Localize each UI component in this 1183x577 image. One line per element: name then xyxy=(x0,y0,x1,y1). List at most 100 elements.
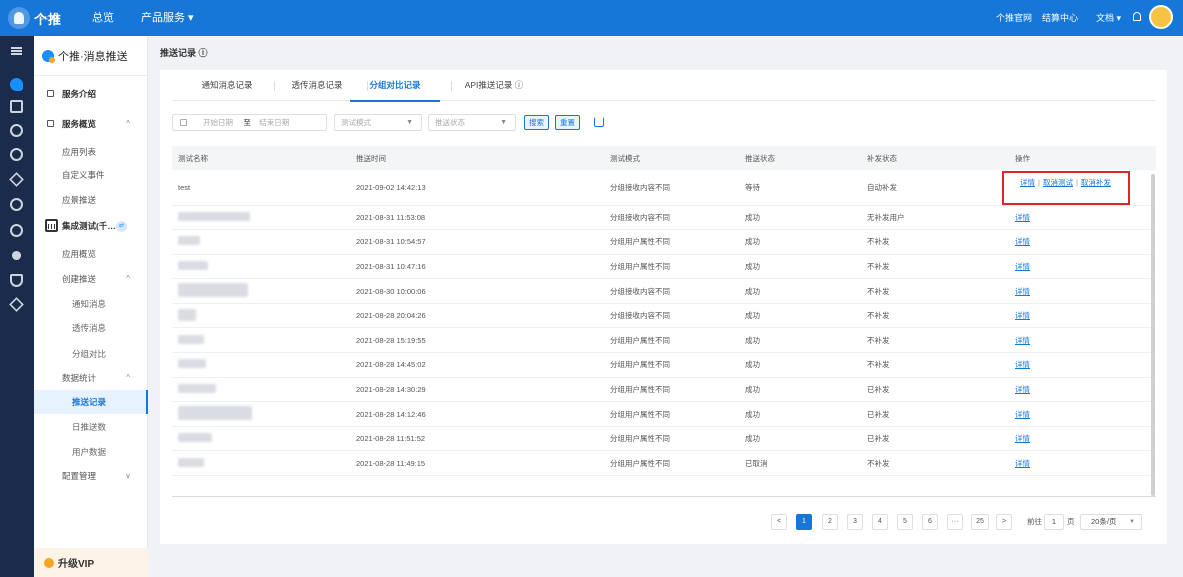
calendar-icon xyxy=(45,219,58,232)
logo-icon xyxy=(8,7,30,29)
cell-time: 2021-08-28 14:12:46 xyxy=(350,401,604,427)
table-row: 2021-08-28 11:49:15 分组用户属性不同 已取消 不补发 详情 xyxy=(172,450,1156,477)
tab-passthrough-records[interactable]: 透传消息记录 xyxy=(282,70,352,101)
table-scrollbar[interactable] xyxy=(1151,174,1155,496)
page-5[interactable]: 5 xyxy=(897,514,913,530)
cell-mode: 分组接收内容不同 xyxy=(604,278,739,304)
cell-name xyxy=(172,205,350,231)
sidebar-item-data-stats[interactable]: 数据统计 ^ xyxy=(34,370,148,386)
detail-link[interactable]: 详情 xyxy=(1015,237,1030,246)
detail-link[interactable]: 详情 xyxy=(1015,311,1030,320)
sidebar-item-scene-push[interactable]: 应景推送 xyxy=(34,192,148,208)
test-mode-select[interactable]: 测试模式 ▼ xyxy=(334,114,422,131)
page-25[interactable]: 25 xyxy=(971,514,989,530)
sidebar-item-notify-msg[interactable]: 通知消息 xyxy=(34,296,148,312)
tag-icon[interactable] xyxy=(9,172,24,187)
detail-link[interactable]: 详情 xyxy=(1015,434,1030,443)
switch-badge-icon[interactable]: ⇄ xyxy=(116,221,127,232)
search-button[interactable]: 搜索 xyxy=(524,115,549,130)
sidebar-item-overview[interactable]: 服务概览 ^ xyxy=(34,116,148,132)
cell-name xyxy=(172,450,350,477)
cell-mode: 分组用户属性不同 xyxy=(604,352,739,378)
goto-page-input[interactable]: 1 xyxy=(1044,514,1064,530)
reset-button[interactable]: 重置 xyxy=(555,115,580,130)
next-page-button[interactable]: > xyxy=(996,514,1012,530)
prev-page-button[interactable]: < xyxy=(771,514,787,530)
detail-link[interactable]: 详情 xyxy=(1015,262,1030,271)
page-ellipsis[interactable]: ··· xyxy=(947,514,963,530)
page-1[interactable]: 1 xyxy=(796,514,812,530)
sidebar-item-passthrough-msg[interactable]: 透传消息 xyxy=(34,320,148,336)
sidebar-item-user-data[interactable]: 用户数据 xyxy=(34,444,148,460)
target-icon[interactable] xyxy=(10,148,23,161)
page-3[interactable]: 3 xyxy=(847,514,863,530)
eye-icon[interactable] xyxy=(10,198,23,211)
card-icon[interactable] xyxy=(11,250,22,261)
chevron-down-icon: ▼ xyxy=(406,119,413,126)
detail-link[interactable]: 详情 xyxy=(1015,336,1030,345)
chevron-down-icon: ▼ xyxy=(1129,519,1135,525)
cell-status: 成功 xyxy=(739,303,861,329)
sidebar-item-app-overview[interactable]: 应用概览 xyxy=(34,246,148,262)
cell-name xyxy=(172,327,350,354)
detail-link[interactable]: 详情 xyxy=(1015,213,1030,222)
shield-icon[interactable] xyxy=(10,274,23,287)
redacted-name xyxy=(178,383,216,393)
sidebar-item-intro[interactable]: 服务介绍 xyxy=(34,86,148,102)
table-row: 2021-08-30 10:00:06 分组接收内容不同 成功 不补发 详情 xyxy=(172,278,1156,304)
cell-actions: 详情 xyxy=(1009,205,1156,231)
push-status-select[interactable]: 推送状态 ▼ xyxy=(428,114,516,131)
sidebar-item-app-list[interactable]: 应用列表 xyxy=(34,144,148,160)
detail-link[interactable]: 详情 xyxy=(1015,385,1030,394)
cell-resend: 已补发 xyxy=(861,377,1009,403)
avatar[interactable] xyxy=(1149,5,1173,29)
briefcase-icon[interactable] xyxy=(10,100,23,113)
cell-status: 成功 xyxy=(739,278,861,304)
page-2[interactable]: 2 xyxy=(822,514,838,530)
cell-resend: 不补发 xyxy=(861,278,1009,304)
tab-group-compare-records[interactable]: 分组对比记录 xyxy=(350,70,440,102)
tab-api-records[interactable]: API推送记录 ⓘ xyxy=(454,70,534,101)
detail-link[interactable]: 详情 xyxy=(1015,360,1030,369)
cell-status: 成功 xyxy=(739,352,861,378)
link-docs[interactable]: 文档 ▾ xyxy=(1096,0,1121,36)
redacted-name xyxy=(178,211,250,221)
refresh-service-icon[interactable] xyxy=(10,224,23,237)
export-icon[interactable] xyxy=(594,117,604,127)
page-size-select[interactable]: 20条/页 ▼ xyxy=(1080,514,1142,530)
tab-notify-records[interactable]: 通知消息记录 xyxy=(192,70,262,101)
cell-time: 2021-08-31 10:54:57 xyxy=(350,229,604,255)
sidebar-item-daily-push[interactable]: 日推送数 xyxy=(34,419,148,435)
upgrade-vip-button[interactable]: 升级VIP xyxy=(34,548,148,577)
cell-actions: 详情 xyxy=(1009,254,1156,280)
sidebar-item-integration-test[interactable]: 集成测试(千… ⇄ xyxy=(34,218,148,234)
chevron-up-icon: ^ xyxy=(126,373,130,382)
nav-overview[interactable]: 总览 xyxy=(92,0,114,36)
cell-resend: 不补发 xyxy=(861,254,1009,280)
link-billing[interactable]: 结算中心 xyxy=(1042,0,1078,36)
cell-name xyxy=(172,254,350,280)
sidebar-item-custom-event[interactable]: 自定义事件 xyxy=(34,167,148,183)
bell-icon[interactable] xyxy=(1133,12,1141,21)
push-product-icon[interactable] xyxy=(10,78,23,91)
detail-link[interactable]: 详情 xyxy=(1015,459,1030,468)
detail-link[interactable]: 详情 xyxy=(1015,287,1030,296)
link-official-site[interactable]: 个推官网 xyxy=(996,0,1032,36)
cell-status: 成功 xyxy=(739,401,861,427)
cell-resend: 自动补发 xyxy=(861,170,1009,206)
doc-icon xyxy=(47,90,54,97)
detail-link[interactable]: 详情 xyxy=(1015,410,1030,419)
nav-products[interactable]: 产品服务 ▾ xyxy=(141,0,194,36)
sidebar-item-push-records[interactable]: 推送记录 xyxy=(34,390,148,414)
cell-actions: 详情 xyxy=(1009,401,1156,427)
diamond-icon[interactable] xyxy=(9,297,24,312)
sidebar-item-create-push[interactable]: 创建推送 ^ xyxy=(34,271,148,287)
sidebar-item-config-mgmt[interactable]: 配置管理 v xyxy=(34,468,148,484)
page-4[interactable]: 4 xyxy=(872,514,888,530)
date-range-picker[interactable]: 开始日期 至 结束日期 xyxy=(172,114,327,131)
cell-resend: 不补发 xyxy=(861,303,1009,329)
sidebar-item-group-compare[interactable]: 分组对比 xyxy=(34,346,148,362)
page-6[interactable]: 6 xyxy=(922,514,938,530)
menu-icon[interactable] xyxy=(11,47,22,49)
stats-icon[interactable] xyxy=(10,124,23,137)
